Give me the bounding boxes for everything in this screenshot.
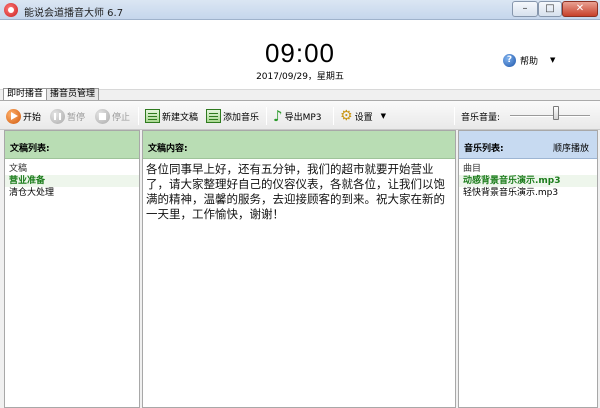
music-list-pane: 音乐列表: 顺序播放 曲目 动感背景音乐演示.mp3 轻快背景音乐演示.mp3 (458, 130, 598, 408)
help-menu-button[interactable]: ? 帮助 ▼ (503, 52, 555, 68)
toolbar-divider (333, 107, 334, 125)
new-doc-label: 新建文稿 (162, 112, 199, 123)
settings-button[interactable]: ⚙ 设置 ▼ (340, 107, 386, 125)
new-document-icon (145, 109, 160, 123)
content-pane: 文稿内容: 各位同事早上好，还有五分钟，我们的超市就要开始营业了，请大家整理好自… (142, 130, 456, 408)
title-bar: 能说会道播音大师 6.7 – □ ✕ (0, 0, 600, 20)
doc-list-title: 文稿列表: (10, 144, 50, 154)
stop-button[interactable]: 停止 (95, 107, 130, 125)
help-label: 帮助 (520, 56, 539, 67)
pause-label: 暂停 (67, 112, 86, 123)
chevron-down-icon: ▼ (380, 112, 386, 120)
gear-icon: ⚙ (340, 108, 353, 124)
start-button[interactable]: 开始 (6, 107, 41, 125)
stop-icon (95, 108, 110, 124)
volume-slider[interactable] (510, 115, 590, 117)
tab-strip: 即时播音 播音员管理 (0, 88, 600, 101)
pause-icon (50, 108, 65, 124)
volume-slider-thumb[interactable] (552, 106, 559, 120)
doc-list-pane: 文稿列表: 文稿 营业准备 清仓大处理 (4, 130, 140, 408)
chevron-down-icon: ▼ (550, 56, 556, 64)
list-item[interactable]: 文稿 (5, 163, 139, 175)
list-item[interactable]: 营业准备 (5, 175, 139, 187)
list-item[interactable]: 清仓大处理 (5, 187, 139, 199)
list-item[interactable]: 曲目 (459, 163, 597, 175)
question-icon: ? (503, 53, 516, 67)
tab-announcer-management[interactable]: 播音员管理 (46, 88, 100, 100)
add-music-label: 添加音乐 (223, 112, 260, 123)
list-item[interactable]: 轻快背景音乐演示.mp3 (459, 187, 597, 199)
music-list: 曲目 动感背景音乐演示.mp3 轻快背景音乐演示.mp3 (459, 159, 597, 199)
pause-button[interactable]: 暂停 (50, 107, 85, 125)
content-textarea[interactable]: 各位同事早上好，还有五分钟，我们的超市就要开始营业了，请大家整理好自己的仪容仪表… (143, 159, 455, 222)
clock-date: 2017/09/29，星期五 (256, 72, 344, 82)
maximize-button[interactable]: □ (538, 1, 562, 17)
toolbar-divider (138, 107, 139, 125)
content-header: 文稿内容: (143, 131, 455, 159)
window-title: 能说会道播音大师 6.7 (24, 8, 124, 19)
toolbar-divider (266, 107, 267, 125)
add-music-icon (206, 109, 221, 123)
volume-label: 音乐音量: (461, 113, 501, 123)
toolbar-divider (454, 107, 455, 125)
start-label: 开始 (23, 112, 42, 123)
export-mp3-label: 导出MP3 (284, 112, 322, 123)
doc-list: 文稿 营业准备 清仓大处理 (5, 159, 139, 199)
content-title: 文稿内容: (148, 144, 188, 154)
app-icon (4, 3, 18, 17)
minimize-button[interactable]: – (512, 1, 538, 17)
music-list-header: 音乐列表: 顺序播放 (459, 131, 597, 159)
add-music-button[interactable]: 添加音乐 (206, 107, 259, 125)
play-mode-toggle[interactable]: 顺序播放 (553, 141, 589, 154)
music-note-icon: ♪ (273, 107, 283, 125)
settings-label: 设置 (354, 112, 373, 123)
play-icon (6, 108, 21, 124)
list-item[interactable]: 动感背景音乐演示.mp3 (459, 175, 597, 187)
stop-label: 停止 (112, 112, 131, 123)
doc-list-header: 文稿列表: (5, 131, 139, 159)
new-doc-button[interactable]: 新建文稿 (145, 107, 198, 125)
close-button[interactable]: ✕ (562, 1, 598, 17)
export-mp3-button[interactable]: ♪ 导出MP3 (273, 107, 322, 125)
music-list-title: 音乐列表: (464, 144, 504, 154)
clock-header: 09:00 2017/09/29，星期五 ? 帮助 ▼ (0, 20, 600, 90)
